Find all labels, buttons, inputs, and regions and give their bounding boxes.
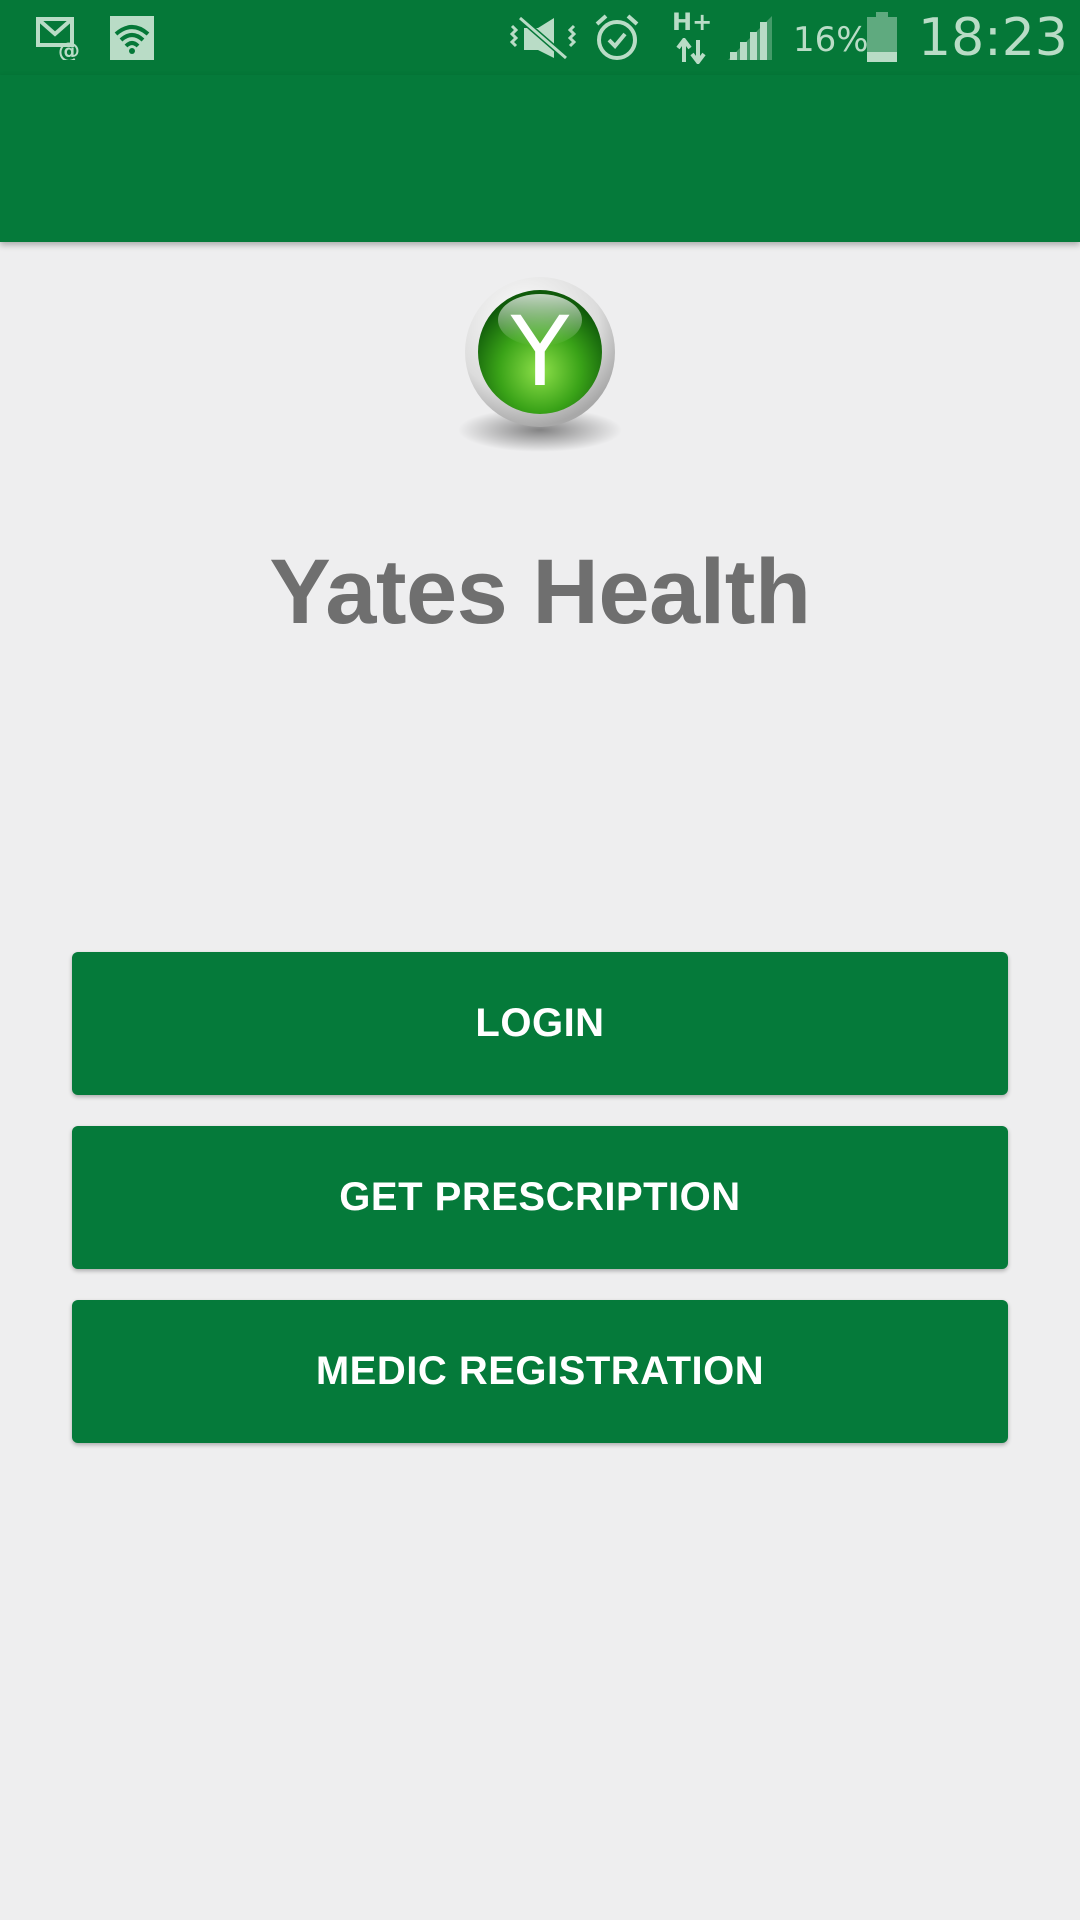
battery-icon — [867, 12, 897, 62]
clock-time: 18:23 — [918, 8, 1068, 68]
app-title: Yates Health — [269, 541, 811, 643]
data-arrows-icon — [676, 38, 706, 64]
login-button[interactable]: LOGIN — [72, 952, 1008, 1095]
wifi-notification-icon — [110, 16, 154, 60]
app-bar — [0, 75, 1080, 242]
signal-icon — [728, 16, 772, 60]
medic-registration-button[interactable]: MEDIC REGISTRATION — [72, 1300, 1008, 1443]
alarm-icon — [595, 14, 639, 60]
email-at-notification-icon: @ — [36, 17, 80, 60]
status-bar: @ H+ 16% 18:23 — [0, 0, 1080, 75]
network-type-label: H+ — [672, 8, 713, 36]
svg-text:@: @ — [58, 39, 80, 60]
yates-health-logo: Y — [458, 277, 622, 452]
get-prescription-button[interactable]: GET PRESCRIPTION — [72, 1126, 1008, 1269]
battery-percent-label: 16% — [793, 20, 869, 60]
logo-letter: Y — [510, 296, 570, 408]
screen: @ H+ 16% 18:23 Y Yates Health LOGIN GET … — [0, 0, 1080, 1920]
vibrate-icon — [509, 15, 577, 61]
